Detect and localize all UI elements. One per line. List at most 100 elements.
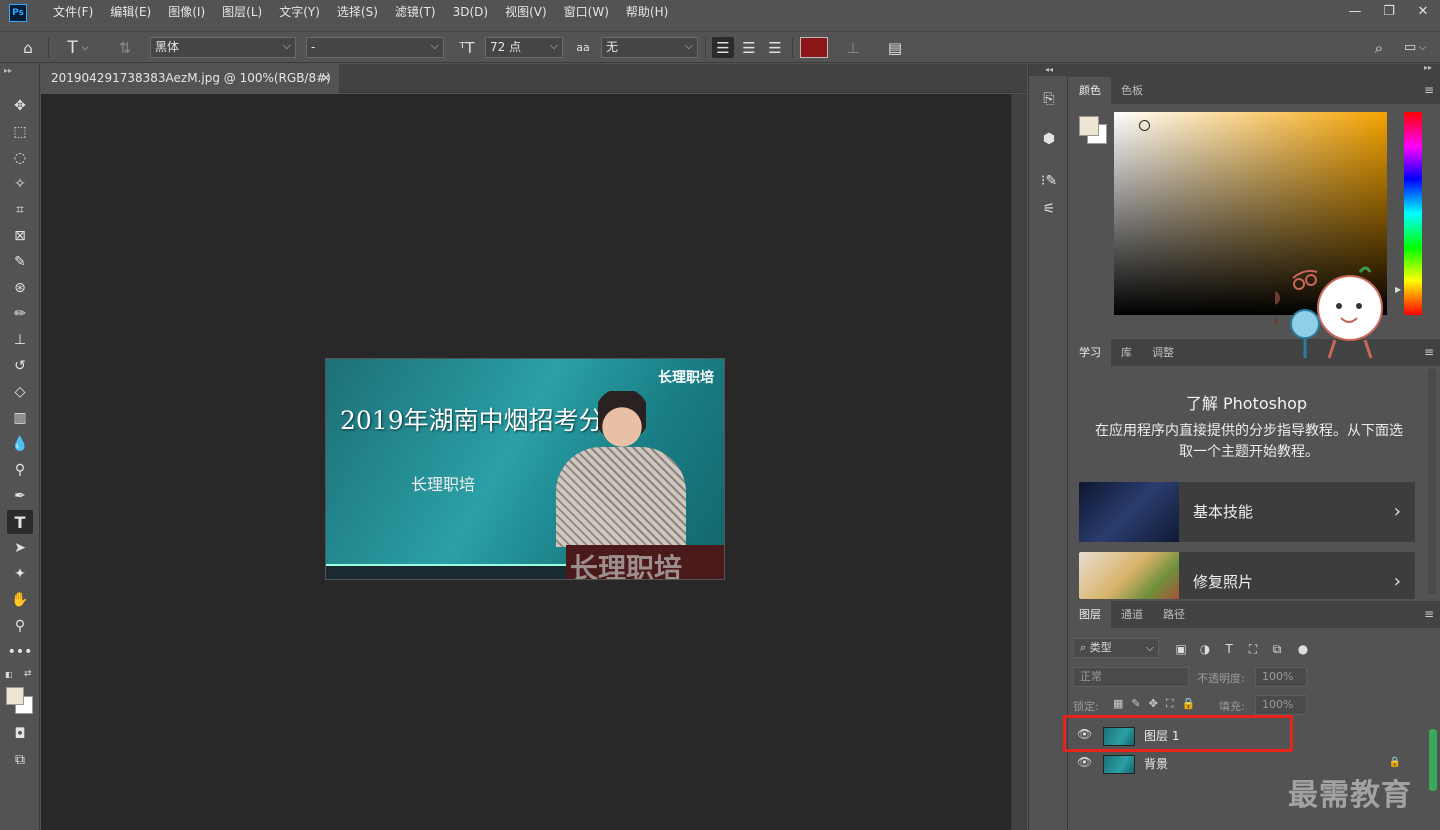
clone-stamp-tool-icon[interactable]: ⊥ bbox=[7, 328, 33, 352]
shape-tool-icon[interactable]: ✦ bbox=[7, 562, 33, 586]
align-center-icon[interactable]: ☰ bbox=[738, 37, 760, 58]
tab-paths[interactable]: 路径 bbox=[1153, 601, 1195, 628]
warp-text-icon[interactable]: ⊥ bbox=[842, 37, 864, 58]
3d-panel-icon[interactable]: ⬢ bbox=[1037, 128, 1061, 150]
history-brush-tool-icon[interactable]: ↺ bbox=[7, 354, 33, 378]
menu-file[interactable]: 文件(F) bbox=[45, 0, 102, 25]
tab-color[interactable]: 颜色 bbox=[1069, 77, 1111, 104]
move-tool-icon[interactable]: ✥ bbox=[7, 94, 33, 118]
panel-menu-icon[interactable]: ≡ bbox=[1424, 601, 1434, 628]
foreground-color-swatch[interactable] bbox=[6, 687, 24, 705]
tab-swatches[interactable]: 色板 bbox=[1111, 77, 1153, 104]
type-filter-icon[interactable]: T bbox=[1221, 641, 1237, 657]
smart-object-filter-icon[interactable]: ⧉ bbox=[1269, 641, 1285, 657]
pen-tool-icon[interactable]: ✒ bbox=[7, 484, 33, 508]
zoom-tool-icon[interactable]: ⚲ bbox=[7, 614, 33, 638]
close-icon[interactable]: ✕ bbox=[321, 64, 331, 93]
font-family-select[interactable]: 黑体 bbox=[150, 36, 296, 58]
hue-slider[interactable] bbox=[1404, 112, 1422, 315]
eyedropper-tool-icon[interactable]: ✎ bbox=[7, 250, 33, 274]
align-left-icon[interactable]: ☰ bbox=[712, 37, 734, 58]
lesson-fix-photo[interactable]: 修复照片 › bbox=[1079, 552, 1415, 599]
text-tool-preset-icon[interactable]: T ⌵ bbox=[58, 37, 98, 58]
menu-filter[interactable]: 滤镜(T) bbox=[387, 0, 445, 25]
lock-icons[interactable]: ▦✎✥⛶🔒 bbox=[1113, 697, 1203, 711]
tab-adjustments[interactable]: 调整 bbox=[1142, 339, 1184, 366]
properties-panel-icon[interactable]: ⚟ bbox=[1037, 198, 1061, 220]
brush-settings-icon[interactable]: ⁝✎ bbox=[1037, 170, 1061, 192]
menu-3d[interactable]: 3D(D) bbox=[445, 0, 497, 25]
foreground-color-swatch[interactable] bbox=[1079, 116, 1099, 136]
menu-type[interactable]: 文字(Y) bbox=[271, 0, 329, 25]
adjustment-filter-icon[interactable]: ◑ bbox=[1197, 641, 1213, 657]
close-button[interactable]: ✕ bbox=[1406, 0, 1440, 22]
menu-select[interactable]: 选择(S) bbox=[329, 0, 387, 25]
more-tools-icon[interactable]: ••• bbox=[7, 640, 33, 664]
tab-layers[interactable]: 图层 bbox=[1069, 601, 1111, 628]
healing-brush-tool-icon[interactable]: ⊛ bbox=[7, 276, 33, 300]
screen-mode-icon[interactable]: ⧉ bbox=[7, 748, 33, 772]
workspace-icon[interactable]: ▭ ⌵ bbox=[1398, 37, 1432, 58]
document-image[interactable]: 2019年湖南中烟招考分 长理职培 长理职培 长理职培 bbox=[325, 358, 725, 580]
marquee-tool-icon[interactable]: ⬚ bbox=[7, 120, 33, 144]
text-color-swatch[interactable] bbox=[800, 37, 828, 58]
layers-scrollbar[interactable] bbox=[1429, 729, 1437, 791]
lesson-basic-skills[interactable]: 基本技能 › bbox=[1079, 482, 1415, 542]
collapse-icon[interactable]: ▸▸ bbox=[4, 66, 12, 75]
frame-tool-icon[interactable]: ⊠ bbox=[7, 224, 33, 248]
path-selection-tool-icon[interactable]: ➤ bbox=[7, 536, 33, 560]
quick-mask-icon[interactable]: ◘ bbox=[7, 722, 33, 746]
image-person-body bbox=[556, 447, 686, 547]
learn-scrollbar[interactable] bbox=[1428, 369, 1436, 594]
menu-view[interactable]: 视图(V) bbox=[497, 0, 556, 25]
opacity-field[interactable]: 100% bbox=[1255, 667, 1307, 687]
panel-menu-icon[interactable]: ≡ bbox=[1424, 339, 1434, 366]
menu-edit[interactable]: 编辑(E) bbox=[102, 0, 160, 25]
crop-tool-icon[interactable]: ⌗ bbox=[7, 198, 33, 222]
eraser-tool-icon[interactable]: ◇ bbox=[7, 380, 33, 404]
history-panel-icon[interactable]: ⎘ bbox=[1037, 88, 1061, 110]
home-icon[interactable]: ⌂ bbox=[16, 37, 40, 58]
font-size-select[interactable]: 72 点 bbox=[485, 36, 563, 58]
menu-window[interactable]: 窗口(W) bbox=[556, 0, 618, 25]
type-tool-icon[interactable]: T bbox=[7, 510, 33, 534]
align-right-icon[interactable]: ☰ bbox=[764, 37, 786, 58]
hue-pointer-icon[interactable]: ▶ bbox=[1395, 285, 1401, 294]
filter-toggle-icon[interactable]: ● bbox=[1295, 641, 1311, 657]
menu-layer[interactable]: 图层(L) bbox=[214, 0, 271, 25]
collapse-icon[interactable]: ◂◂ bbox=[1029, 64, 1069, 76]
hand-tool-icon[interactable]: ✋ bbox=[7, 588, 33, 612]
lasso-tool-icon[interactable]: ◌ bbox=[7, 146, 33, 170]
collapse-icon[interactable]: ▸▸ bbox=[1424, 63, 1432, 72]
document-tab[interactable]: 201904291738383AezM.jpg @ 100%(RGB/8#) *… bbox=[41, 64, 339, 114]
shape-filter-icon[interactable]: ⛶ bbox=[1245, 641, 1261, 657]
menu-help[interactable]: 帮助(H) bbox=[618, 0, 677, 25]
blur-tool-icon[interactable]: 💧 bbox=[7, 432, 33, 456]
default-colors-icon[interactable]: ◧ bbox=[5, 670, 13, 679]
antialias-select[interactable]: 无 bbox=[601, 36, 698, 58]
magic-wand-tool-icon[interactable]: ✧ bbox=[7, 172, 33, 196]
tab-channels[interactable]: 通道 bbox=[1111, 601, 1153, 628]
restore-button[interactable]: ❐ bbox=[1372, 0, 1406, 22]
canvas-scrollbar[interactable] bbox=[1011, 94, 1027, 830]
color-picker-handle[interactable] bbox=[1139, 120, 1150, 131]
gradient-tool-icon[interactable]: ▥ bbox=[7, 406, 33, 430]
search-icon[interactable]: ⌕ bbox=[1368, 37, 1390, 58]
dodge-tool-icon[interactable]: ⚲ bbox=[7, 458, 33, 482]
brush-tool-icon[interactable]: ✏ bbox=[7, 302, 33, 326]
panel-menu-icon[interactable]: ≡ bbox=[1424, 77, 1434, 104]
character-panel-icon[interactable]: ▤ bbox=[884, 37, 906, 58]
blend-mode-select[interactable]: 正常 bbox=[1073, 667, 1189, 687]
image-person-head bbox=[598, 391, 646, 451]
minimize-button[interactable]: — bbox=[1338, 0, 1372, 22]
layer-filter-select[interactable]: ⌕ 类型 ⌵ bbox=[1073, 638, 1159, 658]
menu-image[interactable]: 图像(I) bbox=[160, 0, 214, 25]
font-style-select[interactable]: - bbox=[306, 36, 444, 58]
tab-libraries[interactable]: 库 bbox=[1111, 339, 1142, 366]
tab-learn[interactable]: 学习 bbox=[1069, 339, 1111, 366]
swap-colors-icon[interactable]: ⇄ bbox=[24, 669, 32, 679]
text-orientation-icon[interactable]: ⇅ bbox=[114, 37, 136, 58]
visibility-eye-icon[interactable]: 👁 bbox=[1077, 755, 1092, 769]
fill-field[interactable]: 100% bbox=[1255, 695, 1307, 715]
pixel-filter-icon[interactable]: ▣ bbox=[1173, 641, 1189, 657]
